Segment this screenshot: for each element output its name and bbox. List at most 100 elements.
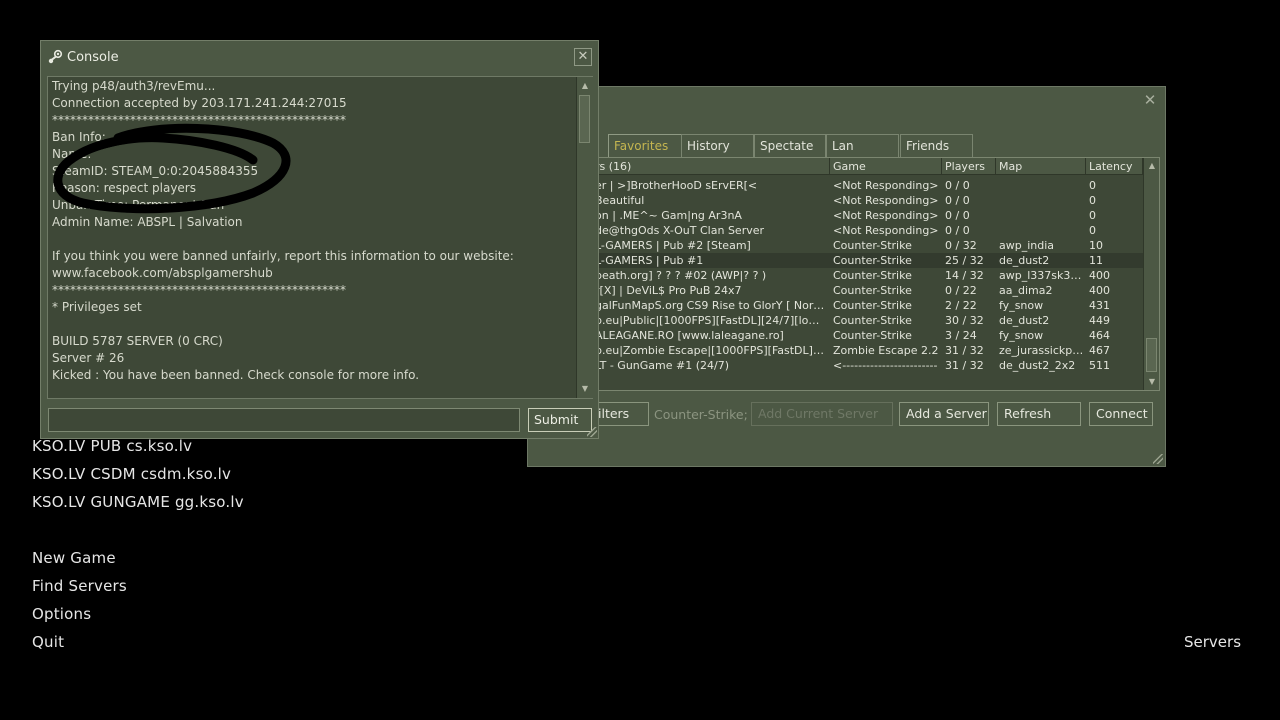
column-header-game[interactable]: Game (830, 158, 942, 175)
tab-favorites[interactable]: Favorites (608, 134, 682, 157)
column-header-map[interactable]: Map (996, 158, 1086, 175)
server-name-cell: galFunMapS.org CS9 Rise to GlorY [ Norma… (595, 299, 827, 312)
server-game-cell: <Not Responding> (833, 179, 939, 192)
server-players-cell: 31 / 32 (945, 359, 984, 372)
menu-new-game[interactable]: New Game (32, 549, 116, 567)
server-map-cell: fy_snow (999, 329, 1044, 342)
filters-button[interactable]: ilters (591, 402, 649, 426)
server-game-cell: Counter-Strike (833, 329, 912, 342)
server-latency-cell: 431 (1089, 299, 1110, 312)
scroll-up-icon[interactable]: ▲ (578, 79, 592, 93)
console-line: Reason: respect players (52, 181, 196, 195)
server-row[interactable]: er | >]BrotherHooD sErvER[< <Not Respondi… (592, 178, 1143, 193)
server-row[interactable]: p.eu|Zombie Escape|[1000FPS][FastDL][24/… (592, 343, 1143, 358)
console-line: BUILD 5787 SERVER (0 CRC) (52, 334, 223, 348)
scroll-down-icon[interactable]: ▼ (578, 382, 592, 396)
console-line: Connection accepted by 203.171.241.244:2… (52, 96, 347, 110)
server-list: rs (16) Game Players Map Latency er | >]… (591, 157, 1160, 391)
server-row[interactable]: p.eu|Public|[1000FPS][FastDL][24/7][low+… (592, 313, 1143, 328)
add-a-server-button[interactable]: Add a Server (899, 402, 989, 426)
server-players-cell: 3 / 24 (945, 329, 977, 342)
steam-logo-icon (48, 49, 63, 64)
close-icon[interactable]: ✕ (1143, 93, 1157, 108)
connect-button[interactable]: Connect (1089, 402, 1153, 426)
menu-server-kso-csdm[interactable]: KSO.LV CSDM csdm.kso.lv (32, 465, 231, 483)
menu-options[interactable]: Options (32, 605, 91, 623)
server-game-cell: Counter-Strike (833, 284, 912, 297)
filter-summary: Counter-Strike; (654, 407, 748, 422)
server-row[interactable]: r[X] | DeViL$ Pro PuB 24x7 Counter-Strike… (592, 283, 1143, 298)
resize-grip-icon[interactable] (587, 427, 597, 437)
server-game-cell: Counter-Strike (833, 314, 912, 327)
console-scrollbar[interactable]: ▲ ▼ (576, 77, 593, 398)
tab-spectate[interactable]: Spectate (754, 134, 826, 157)
console-line: ****************************************… (52, 113, 346, 127)
menu-quit[interactable]: Quit (32, 633, 64, 651)
server-game-cell: <Not Responding> (833, 209, 939, 222)
server-players-cell: 0 / 0 (945, 209, 970, 222)
server-row[interactable]: on | .ME^~ Gam|ng Ar3nA <Not Responding> 0… (592, 208, 1143, 223)
server-game-cell: Counter-Strike (833, 269, 912, 282)
server-row[interactable]: galFunMapS.org CS9 Rise to GlorY [ Norma… (592, 298, 1143, 313)
server-latency-cell: 0 (1089, 179, 1096, 192)
server-latency-cell: 0 (1089, 209, 1096, 222)
resize-grip-icon[interactable] (1153, 454, 1163, 464)
server-row[interactable]: ALEAGANE.RO [www.laleagane.ro] Counter-St… (592, 328, 1143, 343)
server-latency-cell: 464 (1089, 329, 1110, 342)
tab-lan[interactable]: Lan (826, 134, 899, 157)
column-header-players[interactable]: Players (942, 158, 996, 175)
console-line: Trying p48/auth3/revEmu... (52, 79, 216, 93)
server-latency-cell: 10 (1089, 239, 1103, 252)
server-game-cell: <Not Responding> (833, 194, 939, 207)
server-row[interactable]: beath.org] ? ? ? #02 (AWP|? ? ) Counter-S… (592, 268, 1143, 283)
scroll-thumb[interactable] (1146, 338, 1157, 372)
server-row[interactable]: de@thgOds X-OuT Clan Server <Not Respondi… (592, 223, 1143, 238)
console-input[interactable] (48, 408, 520, 432)
scroll-thumb[interactable] (579, 95, 590, 143)
server-players-cell: 0 / 32 (945, 239, 977, 252)
scroll-down-icon[interactable]: ▼ (1145, 375, 1159, 389)
console-output: Trying p48/auth3/revEmu... Connection acc… (47, 76, 593, 399)
server-game-cell: Counter-Strike (833, 254, 912, 267)
server-name-cell: L-GAMERS | Pub #2 [Steam] (595, 239, 751, 252)
column-header-latency[interactable]: Latency (1086, 158, 1143, 175)
refresh-button[interactable]: Refresh (997, 402, 1081, 426)
server-players-cell: 2 / 22 (945, 299, 977, 312)
server-players-cell: 14 / 32 (945, 269, 984, 282)
console-line: Unban Time: Permanent Ban (52, 198, 225, 212)
server-name-cell: de@thgOds X-OuT Clan Server (595, 224, 765, 237)
server-row[interactable]: L-GAMERS | Pub #1 Counter-Strike 25 / 32 de… (592, 253, 1143, 268)
server-players-cell: 0 / 0 (945, 194, 970, 207)
menu-server-kso-gungame[interactable]: KSO.LV GUNGAME gg.kso.lv (32, 493, 244, 511)
server-game-cell: Zombie Escape 2.2 (833, 344, 939, 357)
console-line: SteamID: STEAM_0:0:2045884355 (52, 164, 259, 178)
server-players-cell: 0 / 0 (945, 179, 970, 192)
tab-friends[interactable]: Friends (900, 134, 973, 157)
list-scrollbar[interactable]: ▲ ▼ (1143, 158, 1159, 390)
console-line: * Privileges set (52, 300, 142, 314)
submit-button[interactable]: Submit (528, 408, 592, 432)
server-map-cell: awp_india (999, 239, 1055, 252)
server-row[interactable]: LT - GunGame #1 (24/7) <-----------------… (592, 358, 1143, 373)
scroll-up-icon[interactable]: ▲ (1145, 159, 1159, 173)
menu-server-kso-pub[interactable]: KSO.LV PUB cs.kso.lv (32, 437, 192, 455)
server-row[interactable]: Beautiful <Not Responding> 0 / 0 0 (592, 193, 1143, 208)
add-current-server-button[interactable]: Add Current Server (751, 402, 893, 426)
server-game-cell: <Not Responding> (833, 224, 939, 237)
tab-history[interactable]: History (681, 134, 754, 157)
console-title: Console (67, 50, 119, 65)
menu-find-servers[interactable]: Find Servers (32, 577, 127, 595)
close-icon[interactable]: ✕ (574, 48, 592, 66)
server-latency-cell: 511 (1089, 359, 1110, 372)
server-map-cell: fy_snow (999, 299, 1044, 312)
column-header-servers[interactable]: rs (16) (592, 158, 830, 175)
server-row[interactable]: L-GAMERS | Pub #2 [Steam] Counter-Strike 0… (592, 238, 1143, 253)
console-line: Kicked : You have been banned. Check con… (52, 368, 420, 382)
console-line: www.facebook.com/absplgamershub (52, 266, 273, 280)
server-name-cell: r[X] | DeViL$ Pro PuB 24x7 (595, 284, 742, 297)
server-name-cell: beath.org] ? ? ? #02 (AWP|? ? ) (595, 269, 767, 282)
server-name-cell: LT - GunGame #1 (24/7) (595, 359, 730, 372)
server-map-cell: ze_jurassickpar... (999, 344, 1085, 357)
server-name-cell: L-GAMERS | Pub #1 (595, 254, 704, 267)
servers-button[interactable]: Servers (1184, 633, 1241, 651)
